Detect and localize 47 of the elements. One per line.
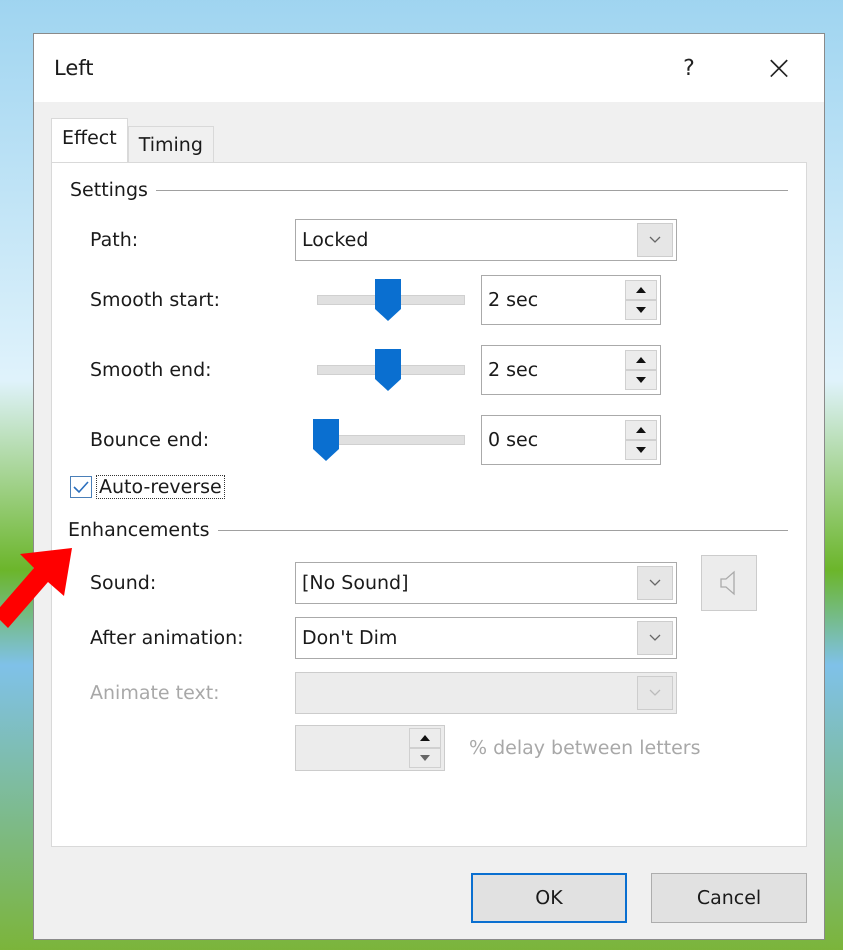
chevron-down-icon bbox=[649, 688, 661, 696]
up-triangle-icon bbox=[420, 735, 430, 741]
spin-up-button[interactable] bbox=[625, 280, 657, 300]
slider-thumb[interactable] bbox=[375, 349, 401, 391]
close-button[interactable]: × bbox=[734, 38, 824, 98]
tab[interactable]: Timing bbox=[128, 126, 214, 162]
up-triangle-icon bbox=[636, 427, 646, 433]
spin-down-button[interactable] bbox=[625, 300, 657, 320]
field-label: Smooth start: bbox=[90, 289, 222, 311]
checkbox-label[interactable]: Auto-reverse bbox=[96, 475, 225, 499]
spin-field[interactable]: 2 sec bbox=[481, 345, 661, 395]
field-label: Animate text: bbox=[90, 682, 221, 704]
slider-thumb[interactable] bbox=[375, 279, 401, 321]
field-label: Smooth end: bbox=[90, 359, 213, 381]
window-title: Left bbox=[54, 56, 95, 80]
spin-down-button[interactable] bbox=[625, 370, 657, 390]
chevron-down-icon bbox=[649, 578, 661, 586]
spin-up-button[interactable] bbox=[625, 350, 657, 370]
ok-button[interactable]: OK bbox=[471, 873, 627, 923]
delay-label: % delay between letters bbox=[469, 737, 701, 759]
up-triangle-icon bbox=[636, 287, 646, 293]
down-triangle-icon bbox=[636, 307, 646, 313]
chevron-down-icon bbox=[649, 236, 661, 244]
path-dropdown[interactable]: Locked bbox=[295, 219, 677, 261]
spin-field[interactable]: 2 sec bbox=[481, 275, 661, 325]
cancel-button[interactable]: Cancel bbox=[651, 873, 807, 923]
field-label: Path: bbox=[90, 229, 140, 251]
field-label: Sound: bbox=[90, 572, 158, 594]
field-label: After animation: bbox=[90, 626, 245, 648]
group-heading: Enhancements bbox=[68, 519, 210, 541]
up-triangle-icon bbox=[636, 357, 646, 363]
field-label: Bounce end: bbox=[90, 429, 210, 451]
spin-down-button[interactable] bbox=[625, 440, 657, 460]
spin-field[interactable]: 0 sec bbox=[481, 415, 661, 465]
help-button[interactable]: ? bbox=[644, 38, 734, 98]
down-triangle-icon bbox=[636, 447, 646, 453]
spin-up-button[interactable] bbox=[625, 420, 657, 440]
dropdown[interactable]: [No Sound] bbox=[295, 562, 677, 604]
arrow-icon bbox=[0, 548, 74, 628]
dropdown[interactable]: Don't Dim bbox=[295, 616, 677, 658]
down-triangle-icon bbox=[420, 755, 430, 761]
down-triangle-icon bbox=[636, 377, 646, 383]
checkbox[interactable] bbox=[70, 476, 92, 498]
group-heading: Settings bbox=[70, 179, 148, 201]
tab[interactable]: Effect bbox=[51, 118, 128, 162]
slider-thumb[interactable] bbox=[313, 419, 339, 461]
chevron-down-icon bbox=[649, 634, 661, 642]
